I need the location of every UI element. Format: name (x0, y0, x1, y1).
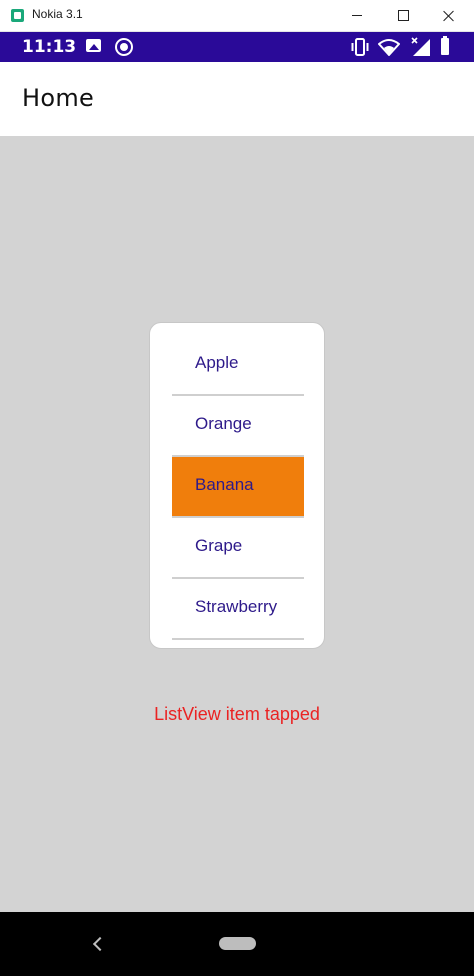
maximize-button[interactable] (380, 0, 426, 31)
list-item-banana[interactable]: Banana (172, 457, 304, 518)
list-item-grape[interactable]: Grape (172, 518, 304, 579)
emulator-title-bar: Nokia 3.1 (0, 0, 474, 32)
app-bar: Home (0, 62, 474, 136)
page-title: Home (22, 84, 95, 112)
status-time: 11:13 (22, 37, 77, 57)
home-button[interactable] (219, 937, 256, 950)
list-item-label: Orange (195, 414, 252, 433)
maximize-icon (397, 10, 409, 21)
main-content: Apple Orange Banana Grape Strawberry Lis… (0, 136, 474, 912)
list-item-apple[interactable]: Apple (172, 335, 304, 396)
battery-icon (441, 36, 449, 55)
wifi-icon (378, 39, 400, 56)
minimize-icon (352, 15, 362, 16)
window-title: Nokia 3.1 (32, 7, 83, 21)
status-bar: 11:13 (0, 32, 474, 62)
fruit-list-view[interactable]: Apple Orange Banana Grape Strawberry (172, 335, 304, 640)
list-item-label: Grape (195, 536, 243, 555)
back-icon (92, 936, 108, 952)
list-item-label: Strawberry (195, 597, 278, 616)
list-item-orange[interactable]: Orange (172, 396, 304, 457)
sync-icon (115, 38, 133, 56)
list-item-strawberry[interactable]: Strawberry (172, 579, 304, 640)
minimize-button[interactable] (334, 0, 380, 31)
tap-status-message: ListView item tapped (154, 704, 320, 724)
list-item-label: Banana (195, 475, 254, 494)
close-icon (443, 10, 455, 22)
signal-icon (411, 37, 430, 56)
close-button[interactable] (426, 0, 472, 31)
vibrate-icon (351, 38, 369, 56)
list-view-card: Apple Orange Banana Grape Strawberry (149, 322, 325, 649)
app-icon (11, 9, 24, 22)
image-icon (86, 39, 101, 52)
navigation-bar (0, 912, 474, 976)
back-button[interactable] (88, 934, 108, 954)
list-item-label: Apple (195, 353, 239, 372)
